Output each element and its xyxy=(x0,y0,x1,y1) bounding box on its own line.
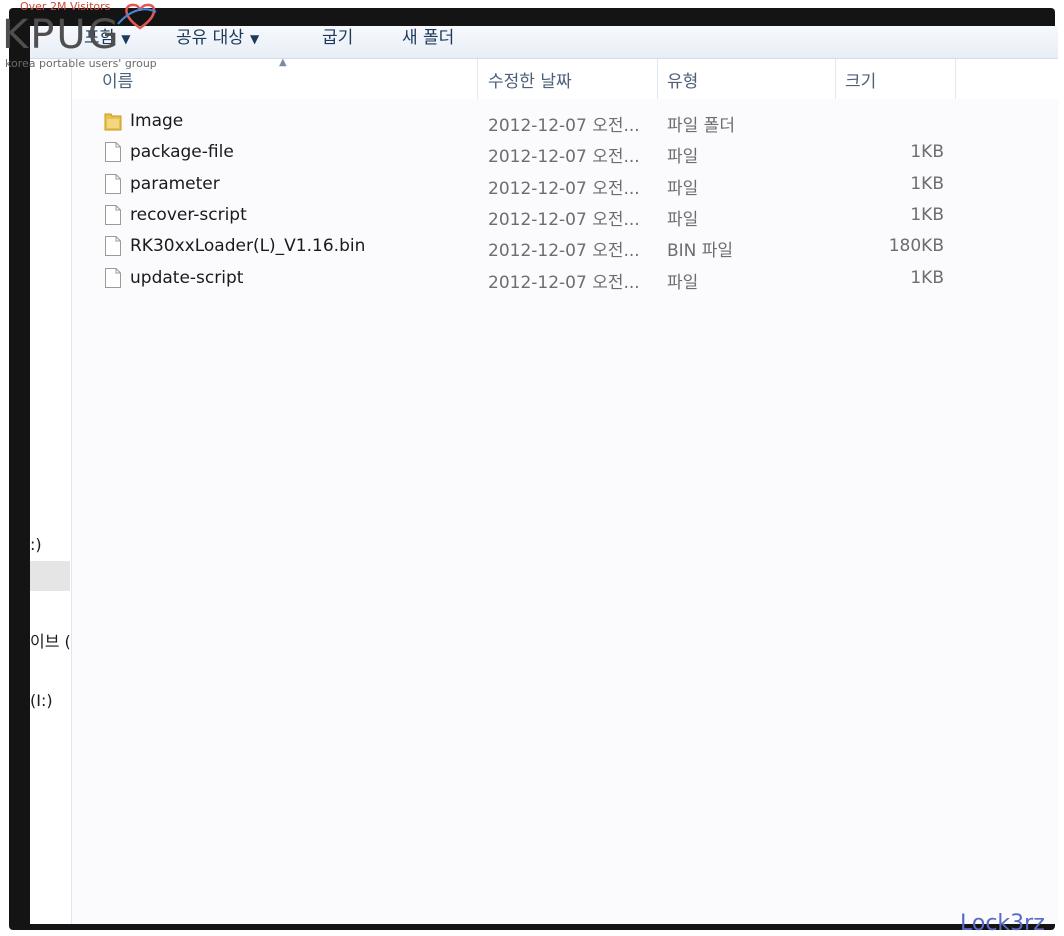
command-bar: 포함 ▼ 공유 대상 ▼ 굽기 새 폴더 xyxy=(30,26,1058,59)
nav-item-drive-c[interactable]: :) xyxy=(30,535,42,554)
file-icon xyxy=(104,235,122,257)
file-type: 파일 xyxy=(667,178,699,199)
file-size: 1KB xyxy=(910,204,944,225)
column-size[interactable]: 크기 xyxy=(845,67,876,92)
navigation-pane: :) 이브 ( (I:) xyxy=(30,59,72,924)
new-folder-label: 새 폴더 xyxy=(402,28,455,48)
file-row[interactable]: RK30xxLoader(L)_V1.16.bin 2012-12-07 오전..… xyxy=(72,232,1058,263)
column-divider[interactable] xyxy=(835,59,836,99)
explorer-window: 포함 ▼ 공유 대상 ▼ 굽기 새 폴더 :) 이브 ( (I:) ▲ 이름 수정한… xyxy=(30,26,1058,924)
file-modified: 2012-12-07 오전... xyxy=(488,178,640,199)
file-modified: 2012-12-07 오전... xyxy=(488,116,640,136)
file-type: 파일 xyxy=(667,209,699,230)
file-icon xyxy=(104,141,122,163)
file-size: 1KB xyxy=(910,267,944,288)
file-name: update-script xyxy=(130,267,244,288)
nav-item-drive-i[interactable]: (I:) xyxy=(30,691,53,710)
column-modified[interactable]: 수정한 날짜 xyxy=(488,67,572,92)
kpug-logo: Over 2M Visitors KPUG korea portable use… xyxy=(0,0,170,74)
burn-label: 굽기 xyxy=(322,28,354,48)
file-name: RK30xxLoader(L)_V1.16.bin xyxy=(130,236,366,257)
chevron-down-icon: ▼ xyxy=(249,32,260,46)
file-size: 180KB xyxy=(888,236,944,257)
logo-tagline: korea portable users' group xyxy=(5,57,157,70)
file-row[interactable]: Image 2012-12-07 오전... 파일 폴더 xyxy=(72,107,1058,138)
file-icon xyxy=(104,204,122,226)
new-folder-button[interactable]: 새 폴더 xyxy=(402,26,454,50)
file-type: 파일 폴더 xyxy=(667,116,735,136)
author-watermark: Lock3rz xyxy=(960,911,1045,936)
burn-button[interactable]: 굽기 xyxy=(322,26,353,50)
share-with-button[interactable]: 공유 대상 ▼ xyxy=(176,26,259,50)
file-type: BIN 파일 xyxy=(667,241,734,262)
column-divider[interactable] xyxy=(477,59,478,99)
file-name: recover-script xyxy=(130,204,247,225)
share-with-label: 공유 대상 xyxy=(176,28,244,48)
file-size: 1KB xyxy=(910,142,944,163)
file-modified: 2012-12-07 오전... xyxy=(488,272,640,293)
nav-selection-highlight xyxy=(30,561,70,591)
logo-wordmark: KPUG xyxy=(2,12,121,58)
file-row[interactable]: update-script 2012-12-07 오전... 파일 1KB xyxy=(72,264,1058,295)
nav-item-drive[interactable]: 이브 ( xyxy=(30,628,71,652)
file-icon xyxy=(104,173,122,195)
file-row[interactable]: parameter 2012-12-07 오전... 파일 1KB xyxy=(72,170,1058,201)
file-name: package-file xyxy=(130,142,234,163)
column-divider[interactable] xyxy=(657,59,658,99)
file-type: 파일 xyxy=(667,272,699,293)
file-row[interactable]: package-file 2012-12-07 오전... 파일 1KB xyxy=(72,138,1058,169)
sort-ascending-icon: ▲ xyxy=(279,57,287,68)
column-divider[interactable] xyxy=(955,59,956,99)
file-modified: 2012-12-07 오전... xyxy=(488,209,640,230)
screenshot-frame: 포함 ▼ 공유 대상 ▼ 굽기 새 폴더 :) 이브 ( (I:) ▲ 이름 수정한… xyxy=(9,8,1058,930)
column-type[interactable]: 유형 xyxy=(667,67,698,92)
file-row[interactable]: recover-script 2012-12-07 오전... 파일 1KB xyxy=(72,201,1058,232)
column-header: ▲ 이름 수정한 날짜 유형 크기 xyxy=(72,57,1058,99)
file-modified: 2012-12-07 오전... xyxy=(488,147,640,168)
file-name: Image xyxy=(130,111,184,131)
file-size: 1KB xyxy=(910,173,944,194)
file-type: 파일 xyxy=(667,147,699,168)
file-name: parameter xyxy=(130,173,220,194)
folder-icon xyxy=(104,110,122,132)
file-icon xyxy=(104,267,122,289)
file-modified: 2012-12-07 오전... xyxy=(488,241,640,262)
